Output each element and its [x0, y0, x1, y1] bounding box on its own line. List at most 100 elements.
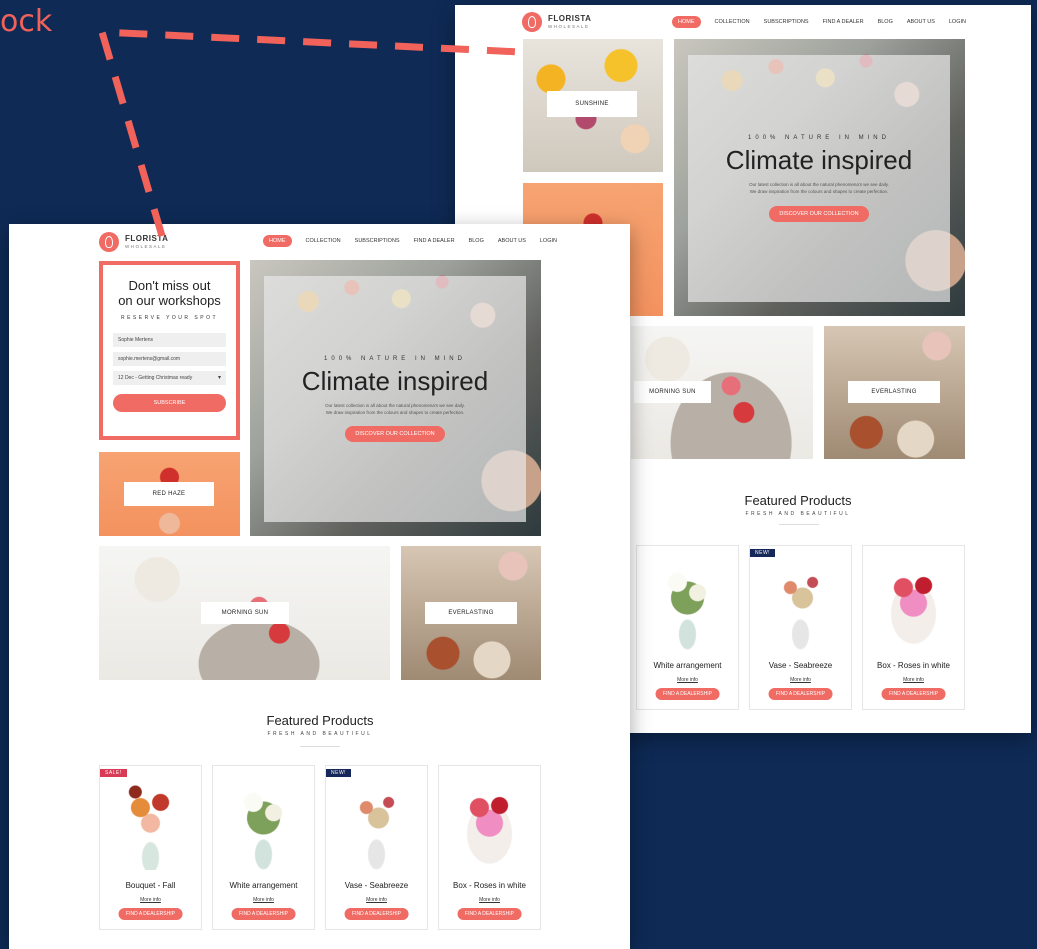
logo[interactable]: FLORISTA WHOLESALE — [522, 12, 591, 32]
more-info-link[interactable]: More info — [863, 677, 964, 683]
featured-subtitle: FRESH AND BEAUTIFUL — [745, 511, 851, 517]
product-name: Vase - Seabreeze — [768, 661, 833, 670]
hero-description: Our latest collection is all about the n… — [749, 182, 889, 194]
flower-logo-icon — [99, 232, 119, 252]
hero-eyebrow: 100% NATURE IN MIND — [748, 135, 890, 142]
product-image[interactable] — [863, 546, 964, 650]
find-dealership-button[interactable]: FIND A DEALERSHIP — [655, 688, 720, 700]
find-dealership-button[interactable]: FIND A DEALERSHIP — [768, 688, 833, 700]
more-info-link[interactable]: More info — [750, 677, 851, 683]
more-info-link[interactable]: More info — [326, 897, 427, 903]
nav-about-us[interactable]: ABOUT US — [907, 19, 935, 25]
hero-banner: 100% NATURE IN MIND Climate inspired Our… — [674, 39, 965, 316]
product-name: Box - Roses in white — [453, 881, 526, 890]
nav-about-us[interactable]: ABOUT US — [498, 238, 526, 244]
brand-tagline: WHOLESALE — [548, 23, 590, 29]
tile-everlasting-label: EVERLASTING — [848, 381, 940, 403]
tile-morning-sun[interactable]: MORNING SUN — [99, 546, 390, 680]
tile-everlasting[interactable]: EVERLASTING — [401, 546, 541, 680]
product-name: White arrangement — [653, 661, 722, 670]
product-card[interactable]: Box - Roses in white More info FIND A DE… — [438, 765, 541, 930]
product-name: Vase - Seabreeze — [344, 881, 409, 890]
corner-caption: ock — [0, 4, 53, 39]
hero-title: Climate inspired — [725, 145, 913, 176]
brand-name: FLORISTA — [125, 233, 169, 243]
find-dealership-button[interactable]: FIND A DEALERSHIP — [881, 688, 946, 700]
name-field[interactable]: Sophie Mertens — [113, 332, 226, 347]
tile-sunshine[interactable]: SUNSHINE — [523, 39, 663, 172]
product-image[interactable] — [637, 546, 738, 650]
product-card[interactable]: SALE! Bouquet - Fall More info FIND A DE… — [99, 765, 202, 930]
product-image[interactable] — [750, 546, 851, 650]
more-info-link[interactable]: More info — [439, 897, 540, 903]
nav-blog[interactable]: BLOG — [469, 238, 484, 244]
nav-login[interactable]: LOGIN — [949, 19, 966, 25]
chevron-down-icon: ▾ — [217, 374, 221, 381]
product-image[interactable] — [326, 766, 427, 870]
featured-divider — [300, 746, 340, 747]
mockup-page-front: FLORISTA WHOLESALE HOME COLLECTION SUBSC… — [9, 224, 630, 949]
nav-find-dealer[interactable]: FIND A DEALER — [823, 19, 864, 25]
find-dealership-button[interactable]: FIND A DEALERSHIP — [344, 908, 409, 920]
sale-badge: SALE! — [100, 769, 127, 777]
hero-banner: 100% NATURE IN MIND Climate inspired Our… — [250, 260, 541, 536]
product-image[interactable] — [100, 766, 201, 870]
product-card[interactable]: White arrangement More info FIND A DEALE… — [636, 545, 739, 710]
discover-collection-button[interactable]: DISCOVER OUR COLLECTION — [345, 426, 445, 443]
workshop-title: Don't miss out on our workshops — [118, 278, 221, 308]
new-badge: NEW! — [326, 769, 352, 777]
product-card[interactable]: White arrangement More info FIND A DEALE… — [212, 765, 315, 930]
product-name: Box - Roses in white — [877, 661, 950, 670]
brand-name: FLORISTA — [548, 13, 592, 23]
product-card[interactable]: NEW! Vase - Seabreeze More info FIND A D… — [325, 765, 428, 930]
tile-red-haze-label: RED HAZE — [124, 482, 214, 506]
hero-description: Our latest collection is all about the n… — [325, 402, 465, 415]
workshop-form: Don't miss out on our workshops RESERVE Y… — [99, 261, 240, 440]
product-name: White arrangement — [229, 881, 298, 890]
hero-title: Climate inspired — [301, 365, 489, 396]
nav-subscriptions[interactable]: SUBSCRIPTIONS — [355, 238, 400, 244]
product-image[interactable] — [213, 766, 314, 870]
nav-collection[interactable]: COLLECTION — [715, 19, 750, 25]
nav-home[interactable]: HOME — [263, 235, 292, 247]
product-card[interactable]: NEW! Vase - Seabreeze More info FIND A D… — [749, 545, 852, 710]
tile-morning-sun-label: MORNING SUN — [634, 381, 711, 403]
nav-login[interactable]: LOGIN — [540, 238, 557, 244]
nav-subscriptions[interactable]: SUBSCRIPTIONS — [764, 19, 809, 25]
featured-title: Featured Products — [266, 713, 374, 728]
hero-overlay: 100% NATURE IN MIND Climate inspired Our… — [688, 55, 950, 302]
tile-everlasting-label: EVERLASTING — [425, 602, 517, 624]
logo[interactable]: FLORISTA WHOLESALE — [99, 232, 168, 252]
tile-morning-sun-label: MORNING SUN — [201, 602, 289, 624]
flower-logo-icon — [522, 12, 542, 32]
find-dealership-button[interactable]: FIND A DEALERSHIP — [231, 908, 296, 920]
new-badge: NEW! — [750, 549, 776, 557]
tile-everlasting[interactable]: EVERLASTING — [824, 326, 965, 459]
featured-divider — [779, 524, 819, 525]
tile-morning-sun[interactable]: MORNING SUN — [631, 326, 813, 459]
product-card[interactable]: Box - Roses in white More info FIND A DE… — [862, 545, 965, 710]
featured-subtitle: FRESH AND BEAUTIFUL — [267, 731, 373, 737]
hero-overlay: 100% NATURE IN MIND Climate inspired Our… — [264, 276, 526, 522]
nav-find-dealer[interactable]: FIND A DEALER — [414, 238, 455, 244]
nav-collection[interactable]: COLLECTION — [306, 238, 341, 244]
more-info-link[interactable]: More info — [637, 677, 738, 683]
product-image[interactable] — [439, 766, 540, 870]
more-info-link[interactable]: More info — [100, 897, 201, 903]
tile-red-haze[interactable]: RED HAZE — [99, 452, 240, 536]
more-info-link[interactable]: More info — [213, 897, 314, 903]
subscribe-button[interactable]: SUBSCRIBE — [113, 393, 226, 412]
session-select[interactable]: 12 Dec - Getting Christmas ready ▾ — [113, 370, 226, 385]
find-dealership-button[interactable]: FIND A DEALERSHIP — [457, 908, 522, 920]
nav-blog[interactable]: BLOG — [878, 19, 893, 25]
nav-home[interactable]: HOME — [672, 16, 701, 28]
workshop-subtitle: RESERVE YOUR SPOT — [120, 314, 219, 321]
main-nav: HOME COLLECTION SUBSCRIPTIONS FIND A DEA… — [263, 235, 557, 247]
find-dealership-button[interactable]: FIND A DEALERSHIP — [118, 908, 183, 920]
discover-collection-button[interactable]: DISCOVER OUR COLLECTION — [769, 205, 869, 222]
email-field[interactable]: sophie.mertens@gmail.com — [113, 351, 226, 366]
hero-eyebrow: 100% NATURE IN MIND — [324, 355, 466, 362]
featured-title: Featured Products — [744, 493, 852, 508]
brand-tagline: WHOLESALE — [125, 243, 167, 249]
tile-sunshine-label: SUNSHINE — [547, 91, 637, 117]
